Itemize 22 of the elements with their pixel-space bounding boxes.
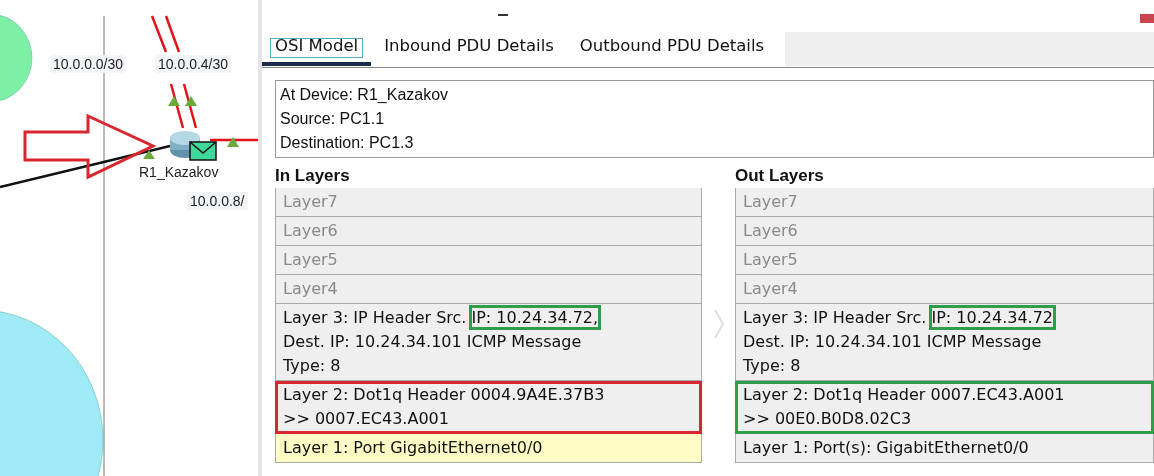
link-line <box>210 138 258 142</box>
layer-row[interactable]: Layer 2: Dot1q Header 0007.EC43.A001 >> 00E0.B0D8.02C3 <box>735 381 1154 434</box>
layer-row[interactable]: Layer 1: Port(s): GigabitEthernet0/0 <box>735 434 1154 463</box>
minimize-icon[interactable] <box>498 14 508 17</box>
column-heading: In Layers <box>275 165 351 187</box>
tab[interactable]: OSI Model <box>262 30 372 66</box>
network-label: 10.0.0.4/30 <box>155 55 232 73</box>
link-status-icon <box>168 96 197 106</box>
device-label: R1_Kazakov <box>139 164 219 180</box>
network-label: 10.0.0.8/ <box>187 192 248 210</box>
layer-row[interactable]: Layer 2: Dot1q Header 0004.9A4E.37B3 >> 0007.EC43.A001 <box>275 381 702 434</box>
layer-row[interactable]: Layer 3: IP Header Src. IP: 10.24.34.72, Dest. IP: 10.24.34.101 ICMP Message Type: 8 <box>275 304 702 381</box>
layer-row[interactable]: Layer 1: Port GigabitEthernet0/0 <box>275 434 702 463</box>
column-heading: Out Layers <box>735 165 825 187</box>
link-status-icon <box>143 150 155 159</box>
layer-row[interactable]: Layer 3: IP Header Src. IP: 10.24.34.72 Dest. IP: 10.24.34.101 ICMP Message Type: 8 <box>735 304 1154 381</box>
info-text: At Device: R1_Kazakov Source: PC1.1 Destination: PC1.3 <box>275 80 1154 158</box>
chevron-icon <box>713 309 724 339</box>
network-label: 10.0.0.0/30 <box>50 55 127 73</box>
tab[interactable]: Outbound PDU Details <box>566 30 778 66</box>
tab[interactable]: Inbound PDU Details <box>371 30 567 66</box>
link-status-icon <box>227 137 239 147</box>
